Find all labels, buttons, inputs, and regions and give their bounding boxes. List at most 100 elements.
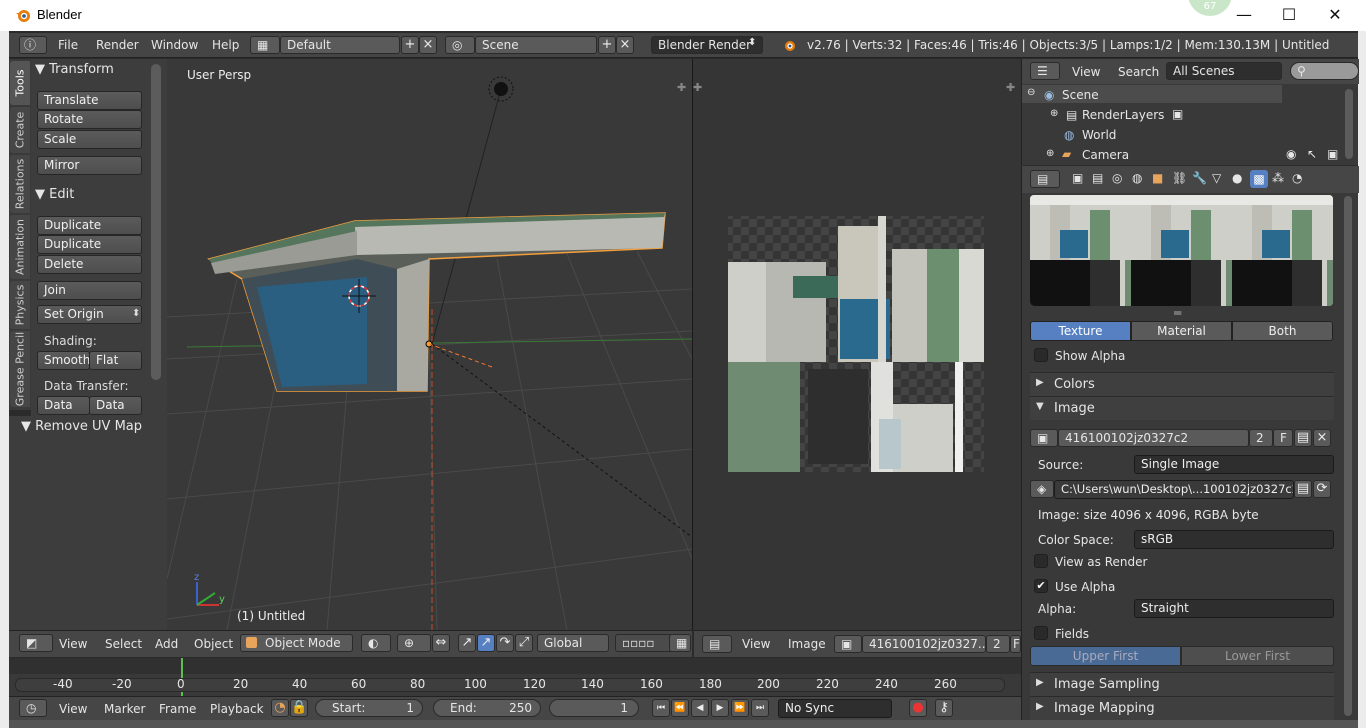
menu-select[interactable]: Select (105, 637, 142, 651)
image-users-count[interactable]: 2 (1249, 429, 1273, 447)
screen-layout-field[interactable]: Default (280, 36, 400, 54)
collapse-icon[interactable]: ⊖ (1027, 87, 1035, 98)
timeline-scrollbar[interactable] (15, 678, 1005, 692)
timeline[interactable]: -40 -20 0 20 40 60 80 100 120 140 160 18… (9, 658, 1021, 696)
duplicate-linked-button[interactable]: Duplicate Linked (37, 235, 142, 268)
editor-type-info-icon[interactable]: ⓘ (19, 36, 47, 54)
reload-icon[interactable]: ⟳ (1313, 480, 1331, 498)
set-origin-dropdown[interactable]: Set Origin (37, 305, 142, 324)
open-folder-icon[interactable]: ▤ (1294, 429, 1312, 447)
remove-screen-button[interactable]: × (419, 36, 437, 54)
constraints-tab-icon[interactable]: ⛓ (1172, 171, 1187, 185)
play-icon[interactable]: ▶ (711, 699, 729, 717)
menu-view[interactable]: View (1072, 65, 1100, 79)
add-scene-button[interactable]: + (598, 36, 616, 54)
cursor-select-icon[interactable]: ↖ (1307, 147, 1317, 161)
menu-marker[interactable]: Marker (104, 702, 145, 716)
material-toggle-button[interactable]: Material (1131, 321, 1232, 341)
upper-first-button[interactable]: Upper First (1030, 646, 1181, 666)
start-frame-field[interactable]: Start: 1 (315, 699, 423, 717)
tab-create[interactable]: Create (10, 107, 30, 153)
outliner-scrollbar[interactable] (1345, 89, 1353, 159)
filepath-field[interactable]: C:\Users\wun\Desktop\...100102jz0327c2.p… (1054, 480, 1294, 499)
outliner-item-world[interactable]: World (1082, 128, 1116, 142)
data-button[interactable]: Data (37, 396, 90, 415)
rotate-manipulator-icon[interactable]: ↷ (496, 634, 514, 652)
scale-button[interactable]: Scale (37, 130, 142, 149)
menu-object[interactable]: Object (194, 637, 233, 651)
jump-start-icon[interactable]: ⏮ (652, 699, 670, 717)
editor-type-properties-icon[interactable]: ▤ (1030, 170, 1060, 188)
delete-button[interactable]: Delete (37, 255, 142, 274)
layers-grid[interactable]: ▫▫▫▫ (615, 634, 673, 652)
data-layout-button[interactable]: Data La (89, 396, 142, 429)
image-browse-icon[interactable]: ▣ (834, 635, 862, 653)
open-folder-icon[interactable]: ▤ (1294, 480, 1312, 498)
object-tab-icon[interactable]: ■ (1152, 171, 1163, 185)
expand-icon[interactable]: ⊕ (1050, 108, 1058, 119)
menu-view[interactable]: View (59, 702, 87, 716)
scene-tab-icon[interactable]: ◎ (1112, 171, 1122, 185)
menu-view[interactable]: View (742, 637, 770, 651)
play-reverse-icon[interactable]: ◀ (691, 699, 709, 717)
record-icon[interactable]: ● (909, 699, 927, 717)
tab-relations[interactable]: Relations (10, 155, 30, 213)
tab-grease-pencil[interactable]: Grease Pencil (10, 331, 30, 407)
tool-shelf-scrollbar[interactable] (151, 64, 161, 380)
lower-first-button[interactable]: Lower First (1181, 646, 1334, 666)
both-toggle-button[interactable]: Both (1232, 321, 1333, 341)
expand-icon[interactable]: ⊕ (1046, 148, 1054, 159)
minimize-button[interactable]: — (1234, 5, 1254, 25)
render-camera-icon[interactable]: ▣ (1327, 147, 1338, 161)
image-datablock-field[interactable]: 416100102jz0327c2 (1058, 429, 1249, 447)
end-frame-field[interactable]: End: 250 (433, 699, 541, 717)
image-browse-icon[interactable]: ▣ (1030, 429, 1058, 447)
file-browse-icon[interactable]: ◈ (1030, 480, 1054, 498)
resize-handle-icon[interactable]: ═ (1174, 306, 1181, 320)
outliner-search-input[interactable]: ⚲ (1290, 62, 1359, 80)
sync-mode-select[interactable]: No Sync (778, 699, 892, 718)
eye-icon[interactable]: ◉ (1286, 147, 1296, 161)
tab-tools[interactable]: Tools (10, 61, 30, 105)
outliner-item-scene[interactable]: Scene (1062, 88, 1099, 102)
modifiers-tab-icon[interactable]: 🔧 (1192, 171, 1207, 185)
screen-layout-icon[interactable]: ▦ (250, 36, 280, 54)
mirror-button[interactable]: Mirror (37, 156, 142, 175)
uv-image-editor[interactable]: ✚ ✚ (693, 59, 1021, 630)
pivot-point-icon[interactable]: ⊕ (397, 634, 431, 652)
menu-playback[interactable]: Playback (210, 702, 264, 716)
transform-orientation-select[interactable]: Global (537, 634, 609, 652)
render-tab-icon[interactable]: ▣ (1072, 171, 1083, 185)
color-space-select[interactable]: sRGB (1134, 530, 1334, 549)
alpha-mode-select[interactable]: Straight (1134, 599, 1334, 618)
menu-file[interactable]: File (58, 38, 78, 52)
render-engine-select[interactable]: Blender Render (651, 36, 763, 54)
image-fake-user[interactable]: F (1273, 429, 1293, 447)
scene-icon[interactable]: ◎ (445, 36, 475, 54)
remove-scene-button[interactable]: × (616, 36, 634, 54)
translate-manipulator-icon[interactable]: ↗ (458, 634, 476, 652)
material-tab-icon[interactable]: ● (1232, 171, 1242, 185)
texture-toggle-button[interactable]: Texture (1030, 321, 1131, 341)
menu-render[interactable]: Render (96, 38, 139, 52)
editor-type-timeline-icon[interactable]: ◷ (19, 699, 47, 717)
image-section-header[interactable]: ▼ Image (1030, 396, 1334, 420)
maximize-button[interactable]: ☐ (1279, 5, 1299, 25)
editor-type-outliner-icon[interactable]: ☰ (1030, 62, 1060, 80)
tab-physics[interactable]: Physics (10, 281, 30, 329)
image-name-field[interactable]: 416100102jz0327... (862, 635, 989, 653)
physics-tab-icon[interactable]: ◔ (1292, 171, 1302, 185)
close-button[interactable]: ✕ (1325, 5, 1345, 25)
jump-keyframe-back-icon[interactable]: ⏪ (671, 699, 689, 717)
menu-search[interactable]: Search (1118, 65, 1159, 79)
use-alpha-checkbox[interactable]: ✔ (1034, 579, 1048, 593)
3d-viewport[interactable]: User Persp z y (1) Untitled ✚ (167, 59, 692, 630)
image-users-count[interactable]: 2 (986, 635, 1010, 653)
outliner-filter-select[interactable]: All Scenes (1166, 62, 1282, 80)
join-button[interactable]: Join (37, 281, 142, 300)
outliner-item-camera[interactable]: Camera (1082, 148, 1129, 162)
translate-button[interactable]: Translate (37, 91, 142, 110)
duplicate-button[interactable]: Duplicate (37, 216, 142, 235)
viewport-shading-icon[interactable]: ◐ (361, 634, 391, 652)
preview-range-icon[interactable]: ◔ (271, 699, 289, 717)
